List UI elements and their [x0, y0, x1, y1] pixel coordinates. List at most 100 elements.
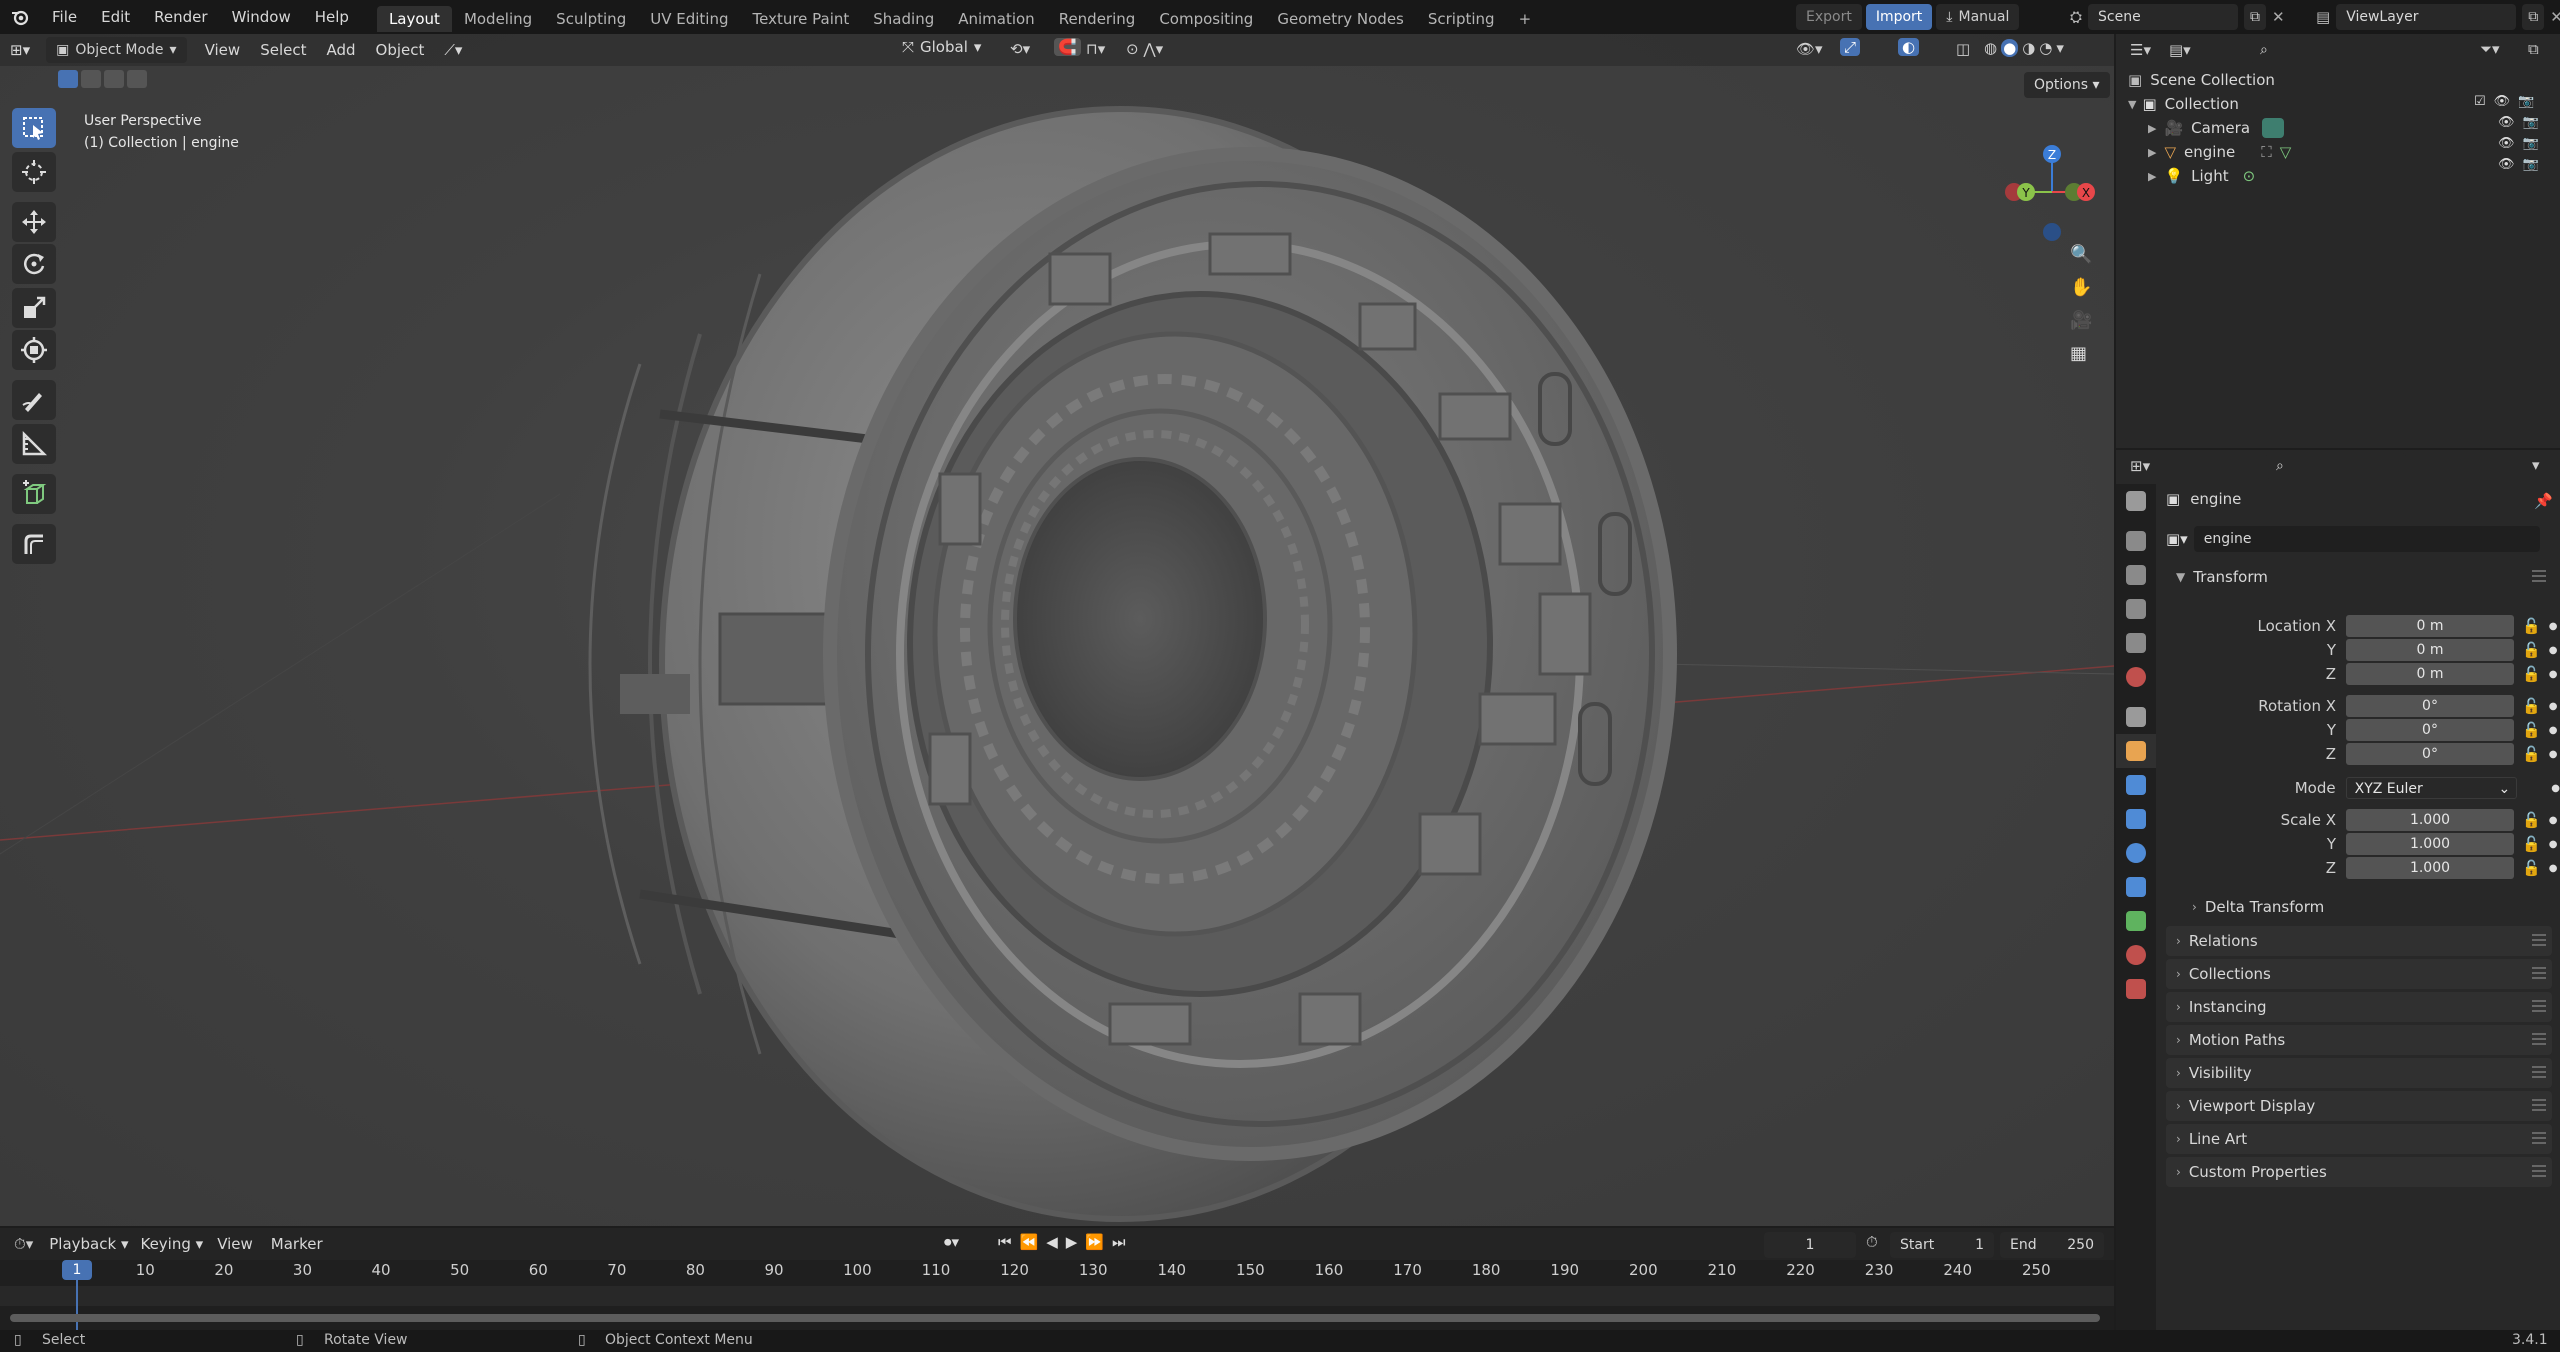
- jump-start-icon[interactable]: ⏮: [998, 1233, 1012, 1251]
- menu-marker[interactable]: Marker: [271, 1235, 323, 1253]
- drag-handle-icon[interactable]: [2532, 1000, 2546, 1012]
- motion-paths-panel-header[interactable]: › Motion Paths: [2166, 1025, 2552, 1055]
- engine-mesh[interactable]: [588, 106, 1677, 1222]
- relations-panel-header[interactable]: › Relations: [2166, 926, 2552, 956]
- outliner-collection[interactable]: ▼ ▣ Collection: [2128, 92, 2239, 116]
- lock-icon[interactable]: 🔓: [2522, 641, 2541, 659]
- eye-icon[interactable]: 👁: [2498, 157, 2515, 172]
- overlay-toggle-icon[interactable]: ◐: [1898, 38, 1920, 56]
- menu-object[interactable]: Object: [366, 41, 435, 59]
- select-intersect-icon[interactable]: [127, 70, 147, 88]
- properties-editor-icon[interactable]: ⊞▾: [2130, 457, 2150, 475]
- gizmo-toggle-icon[interactable]: ⤢: [1840, 38, 1861, 56]
- manual-button[interactable]: ⤓ Manual: [1936, 4, 2020, 30]
- eye-icon[interactable]: 👁: [2498, 136, 2515, 151]
- gp-add-icon[interactable]: ⟋▾: [434, 41, 472, 59]
- preview-range-icon[interactable]: ⏱: [1866, 1233, 1878, 1251]
- tab-world[interactable]: [2116, 660, 2156, 694]
- keyframe-dot-icon[interactable]: ●: [2549, 839, 2558, 850]
- delta-transform-header[interactable]: › Delta Transform: [2182, 892, 2552, 922]
- tab-output[interactable]: [2116, 558, 2156, 592]
- lock-icon[interactable]: 🔓: [2522, 617, 2541, 635]
- menu-add[interactable]: Add: [316, 41, 365, 59]
- properties-search-input[interactable]: ⌕: [2266, 453, 2406, 479]
- camera-view-icon[interactable]: 🎥: [2070, 310, 2092, 331]
- viewport-display-panel-header[interactable]: › Viewport Display: [2166, 1091, 2552, 1121]
- tab-compositing[interactable]: Compositing: [1147, 6, 1265, 32]
- line-art-panel-header[interactable]: › Line Art: [2166, 1124, 2552, 1154]
- rotation-y-field[interactable]: 0°: [2346, 719, 2514, 741]
- tab-collection[interactable]: [2116, 700, 2156, 734]
- menu-window[interactable]: Window: [220, 0, 303, 34]
- measure-tool[interactable]: [12, 424, 56, 464]
- export-button[interactable]: Export: [1796, 4, 1862, 30]
- end-frame-field[interactable]: End 250: [2000, 1232, 2104, 1258]
- render-camera-icon[interactable]: 📷: [2523, 136, 2539, 151]
- tab-object[interactable]: [2116, 734, 2156, 768]
- tab-physics[interactable]: [2116, 836, 2156, 870]
- gizmo-neg-z-axis[interactable]: [2043, 223, 2061, 241]
- light-data-icon[interactable]: ⊙: [2243, 167, 2256, 185]
- scale-z-field[interactable]: 1.000: [2346, 857, 2514, 879]
- prev-keyframe-icon[interactable]: ⏪: [1020, 1233, 1039, 1251]
- menu-view[interactable]: View: [195, 41, 251, 59]
- menu-edit[interactable]: Edit: [89, 0, 142, 34]
- add-cube-tool[interactable]: [12, 474, 56, 514]
- playhead-frame[interactable]: 1: [62, 1260, 92, 1280]
- tab-modifiers[interactable]: [2116, 768, 2156, 802]
- tab-view-layer[interactable]: [2116, 592, 2156, 626]
- transform-tool[interactable]: [12, 330, 56, 370]
- lock-icon[interactable]: 🔓: [2522, 835, 2541, 853]
- keyframe-dot-icon[interactable]: ●: [2551, 783, 2560, 794]
- tab-layout[interactable]: Layout: [376, 6, 452, 32]
- zoom-icon[interactable]: 🔍: [2070, 244, 2092, 265]
- snap-icon[interactable]: 🧲: [1054, 38, 1081, 56]
- lock-icon[interactable]: 🔓: [2522, 745, 2541, 763]
- annotate-tool[interactable]: [12, 380, 56, 420]
- lock-icon[interactable]: 🔓: [2522, 697, 2541, 715]
- keyframe-dot-icon[interactable]: ●: [2549, 749, 2558, 760]
- timeline-scrollbar[interactable]: [10, 1314, 2100, 1322]
- cursor-tool[interactable]: [12, 152, 56, 192]
- tab-scene[interactable]: [2116, 626, 2156, 660]
- rotation-z-field[interactable]: 0°: [2346, 743, 2514, 765]
- visibility-icon[interactable]: 👁▾: [1796, 40, 1823, 58]
- snap-target-icon[interactable]: ⊓▾: [1086, 40, 1105, 58]
- blender-logo-icon[interactable]: [0, 7, 40, 27]
- tab-texture[interactable]: [2116, 972, 2156, 1006]
- modifier-icon[interactable]: ⛶: [2261, 143, 2272, 161]
- outliner-item-camera[interactable]: ▶ 🎥 Camera: [2128, 116, 2285, 140]
- menu-playback[interactable]: Playback ▾: [49, 1235, 128, 1253]
- scale-y-field[interactable]: 1.000: [2346, 833, 2514, 855]
- mode-selector[interactable]: ▣ Object Mode ▾: [46, 37, 187, 63]
- menu-keying[interactable]: Keying ▾: [140, 1235, 203, 1253]
- chevron-down-icon[interactable]: ▾: [2056, 39, 2064, 57]
- editor-type-icon[interactable]: ⊞▾: [0, 41, 40, 59]
- menu-render[interactable]: Render: [142, 0, 219, 34]
- keyframe-dot-icon[interactable]: ●: [2549, 863, 2558, 874]
- view-layer-selector[interactable]: ViewLayer: [2336, 4, 2517, 30]
- orientation-selector[interactable]: ⤧ Global ▾: [902, 38, 981, 56]
- collections-panel-header[interactable]: › Collections: [2166, 959, 2552, 989]
- record-keyframe-icon[interactable]: ⏺▾: [944, 1233, 959, 1251]
- tab-data[interactable]: [2116, 904, 2156, 938]
- tab-particles[interactable]: [2116, 802, 2156, 836]
- pin-icon[interactable]: 📌: [2534, 492, 2553, 510]
- keyframe-dot-icon[interactable]: ●: [2549, 725, 2558, 736]
- tab-rendering[interactable]: Rendering: [1047, 6, 1148, 32]
- tab-uv-editing[interactable]: UV Editing: [638, 6, 740, 32]
- pivot-icon[interactable]: ⟲▾: [1010, 40, 1030, 58]
- drag-handle-icon[interactable]: [2532, 1099, 2546, 1111]
- keyframe-dot-icon[interactable]: ●: [2549, 701, 2558, 712]
- next-keyframe-icon[interactable]: ⏩: [1085, 1233, 1104, 1251]
- new-collection-icon[interactable]: ⧉: [2528, 40, 2539, 58]
- tab-tool[interactable]: [2116, 484, 2156, 518]
- import-button[interactable]: Import: [1865, 4, 1933, 30]
- tab-modeling[interactable]: Modeling: [452, 6, 544, 32]
- tab-animation[interactable]: Animation: [946, 6, 1046, 32]
- new-view-layer-button[interactable]: ⧉: [2522, 4, 2545, 30]
- outliner-item-engine[interactable]: ▶ ▽ engine ⛶ ▽: [2128, 140, 2291, 164]
- new-scene-button[interactable]: ⧉: [2244, 4, 2267, 30]
- render-camera-icon[interactable]: 📷: [2523, 157, 2539, 172]
- close-icon[interactable]: ✕: [2550, 8, 2560, 26]
